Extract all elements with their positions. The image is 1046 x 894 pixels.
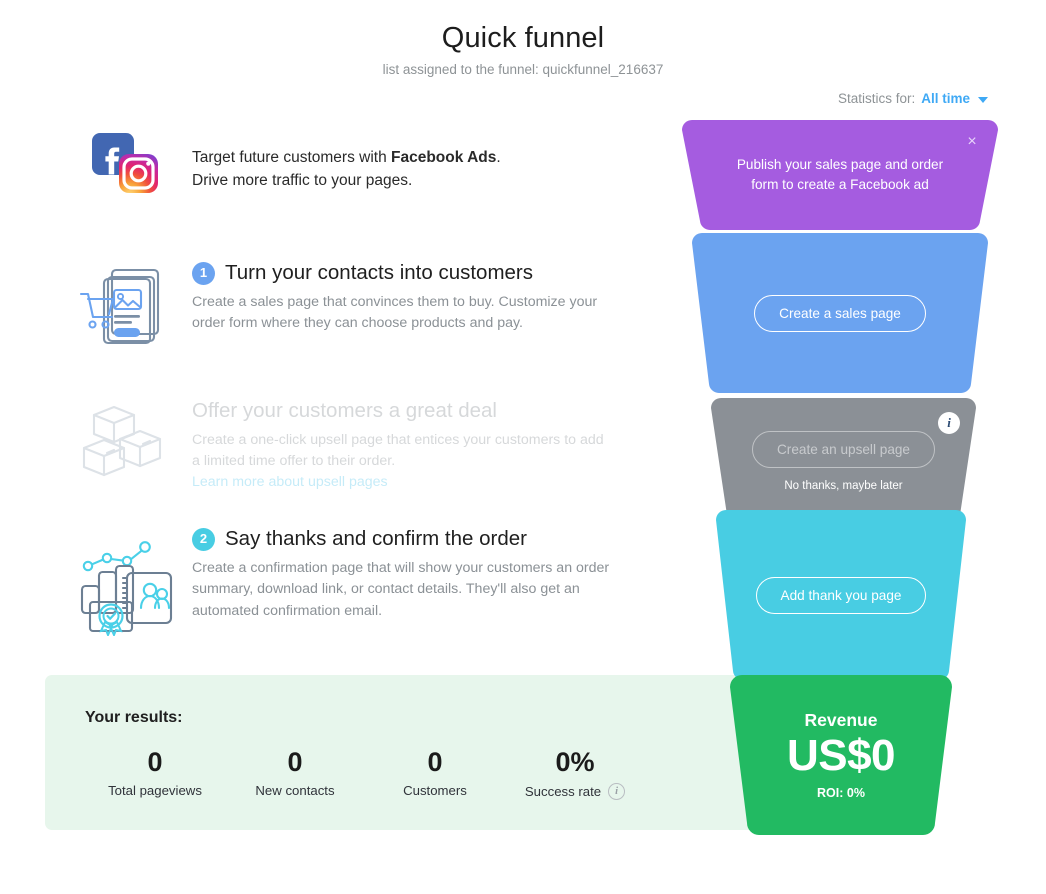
step-2-heading: 2 Say thanks and confirm the order bbox=[192, 528, 612, 551]
step-1-body: Create a sales page that convinces them … bbox=[192, 294, 598, 332]
upsell-learn-more-link[interactable]: Learn more about upsell pages bbox=[192, 474, 612, 490]
metric-total-pageviews: 0 Total pageviews bbox=[85, 747, 225, 800]
metric-label-text: Success rate bbox=[524, 784, 602, 800]
upsell-title: Offer your customers a great deal bbox=[192, 399, 497, 422]
funnel-promo-text: Publish your sales page and order form t… bbox=[736, 157, 944, 192]
fb-text-prefix: Target future customers with bbox=[192, 149, 391, 166]
funnel-segment-sales-page: Create a sales page bbox=[692, 233, 988, 393]
funnel-graphic: Publish your sales page and order form t… bbox=[680, 120, 1000, 840]
roi-value: ROI: 0% bbox=[817, 786, 865, 801]
metric-success-rate: 0% Success rate i bbox=[505, 747, 645, 801]
metric-new-contacts: 0 New contacts bbox=[225, 747, 365, 800]
create-sales-page-button[interactable]: Create a sales page bbox=[754, 294, 926, 332]
step-2-row: 2 Say thanks and confirm the order Creat… bbox=[62, 528, 612, 636]
create-upsell-page-button[interactable]: Create an upsell page bbox=[751, 430, 935, 468]
chevron-down-icon[interactable] bbox=[978, 96, 988, 103]
thankyou-icon-cell bbox=[62, 528, 192, 636]
step-1-row: 1 Turn your contacts into customers Crea… bbox=[62, 262, 612, 354]
metric-label-text: Total pageviews bbox=[108, 783, 202, 799]
no-thanks-maybe-later-link[interactable]: No thanks, maybe later bbox=[784, 480, 902, 492]
analytics-certificate-icon bbox=[75, 528, 179, 636]
metric-value: 0 bbox=[287, 747, 303, 777]
metric-label-text: New contacts bbox=[255, 783, 335, 799]
funnel-segment-upsell: Create an upsell page No thanks, maybe l… bbox=[711, 398, 976, 524]
upsell-icon-cell bbox=[62, 400, 192, 490]
step-2-body: Create a confirmation page that will sho… bbox=[192, 560, 610, 619]
fb-text-bold: Facebook Ads bbox=[391, 149, 497, 166]
boxes-icon bbox=[77, 400, 177, 485]
upsell-row: Offer your customers a great deal Create… bbox=[62, 399, 612, 490]
metric-label: Total pageviews bbox=[85, 783, 225, 798]
shopping-cart-page-icon bbox=[77, 262, 177, 354]
facebook-instagram-icon-cell bbox=[62, 132, 192, 194]
step-2-title: Say thanks and confirm the order bbox=[225, 527, 527, 551]
facebook-instagram-icon bbox=[91, 132, 163, 194]
statistics-value[interactable]: All time bbox=[921, 91, 970, 106]
step-1-text-cell: 1 Turn your contacts into customers Crea… bbox=[192, 262, 612, 354]
statistics-filter[interactable]: Statistics for: All time bbox=[838, 91, 988, 106]
facebook-promo-text-cell: Target future customers with Facebook Ad… bbox=[192, 132, 501, 194]
fb-text-line2: Drive more traffic to your pages. bbox=[192, 172, 413, 190]
upsell-text-cell: Offer your customers a great deal Create… bbox=[192, 399, 612, 490]
upsell-body: Create a one-click upsell page that enti… bbox=[192, 431, 604, 469]
add-thank-you-page-button[interactable]: Add thank you page bbox=[755, 576, 927, 614]
metric-value: 0 bbox=[427, 747, 443, 777]
facebook-promo-text: Target future customers with Facebook Ad… bbox=[192, 132, 501, 193]
results-title: Your results: bbox=[85, 709, 183, 726]
results-metrics: 0 Total pageviews 0 New contacts 0 Custo… bbox=[85, 747, 645, 801]
sales-page-icon-cell bbox=[62, 262, 192, 354]
revenue-label: Revenue bbox=[804, 709, 878, 730]
metric-value: 0 bbox=[147, 747, 163, 777]
step-1-number-badge: 1 bbox=[192, 262, 215, 285]
metric-value: 0% bbox=[555, 747, 595, 777]
metric-customers: 0 Customers bbox=[365, 747, 505, 800]
metric-label-text: Customers bbox=[403, 783, 467, 799]
metric-label: Customers bbox=[365, 783, 505, 798]
quick-funnel-page: Quick funnel list assigned to the funnel… bbox=[0, 0, 1046, 894]
step-2-number-badge: 2 bbox=[192, 528, 215, 551]
fb-text-suffix: . bbox=[496, 149, 501, 166]
close-icon[interactable]: × bbox=[964, 134, 980, 150]
revenue-value: US$0 bbox=[786, 730, 896, 780]
funnel-segment-facebook-promo: Publish your sales page and order form t… bbox=[682, 120, 998, 230]
facebook-promo-row: Target future customers with Facebook Ad… bbox=[62, 132, 501, 194]
step-1-heading: 1 Turn your contacts into customers bbox=[192, 262, 612, 285]
info-icon[interactable]: i bbox=[938, 412, 960, 434]
metric-label: New contacts bbox=[225, 783, 365, 798]
info-icon[interactable]: i bbox=[608, 783, 626, 801]
funnel-segment-revenue: Revenue US$0 ROI: 0% bbox=[730, 675, 952, 835]
step-2-text-cell: 2 Say thanks and confirm the order Creat… bbox=[192, 528, 612, 636]
upsell-heading: Offer your customers a great deal bbox=[192, 399, 612, 423]
statistics-label: Statistics for: bbox=[837, 91, 916, 106]
funnel-segment-thank-you: Add thank you page bbox=[716, 510, 966, 680]
metric-label: Success rate i bbox=[505, 783, 645, 801]
step-1-title: Turn your contacts into customers bbox=[225, 261, 534, 285]
